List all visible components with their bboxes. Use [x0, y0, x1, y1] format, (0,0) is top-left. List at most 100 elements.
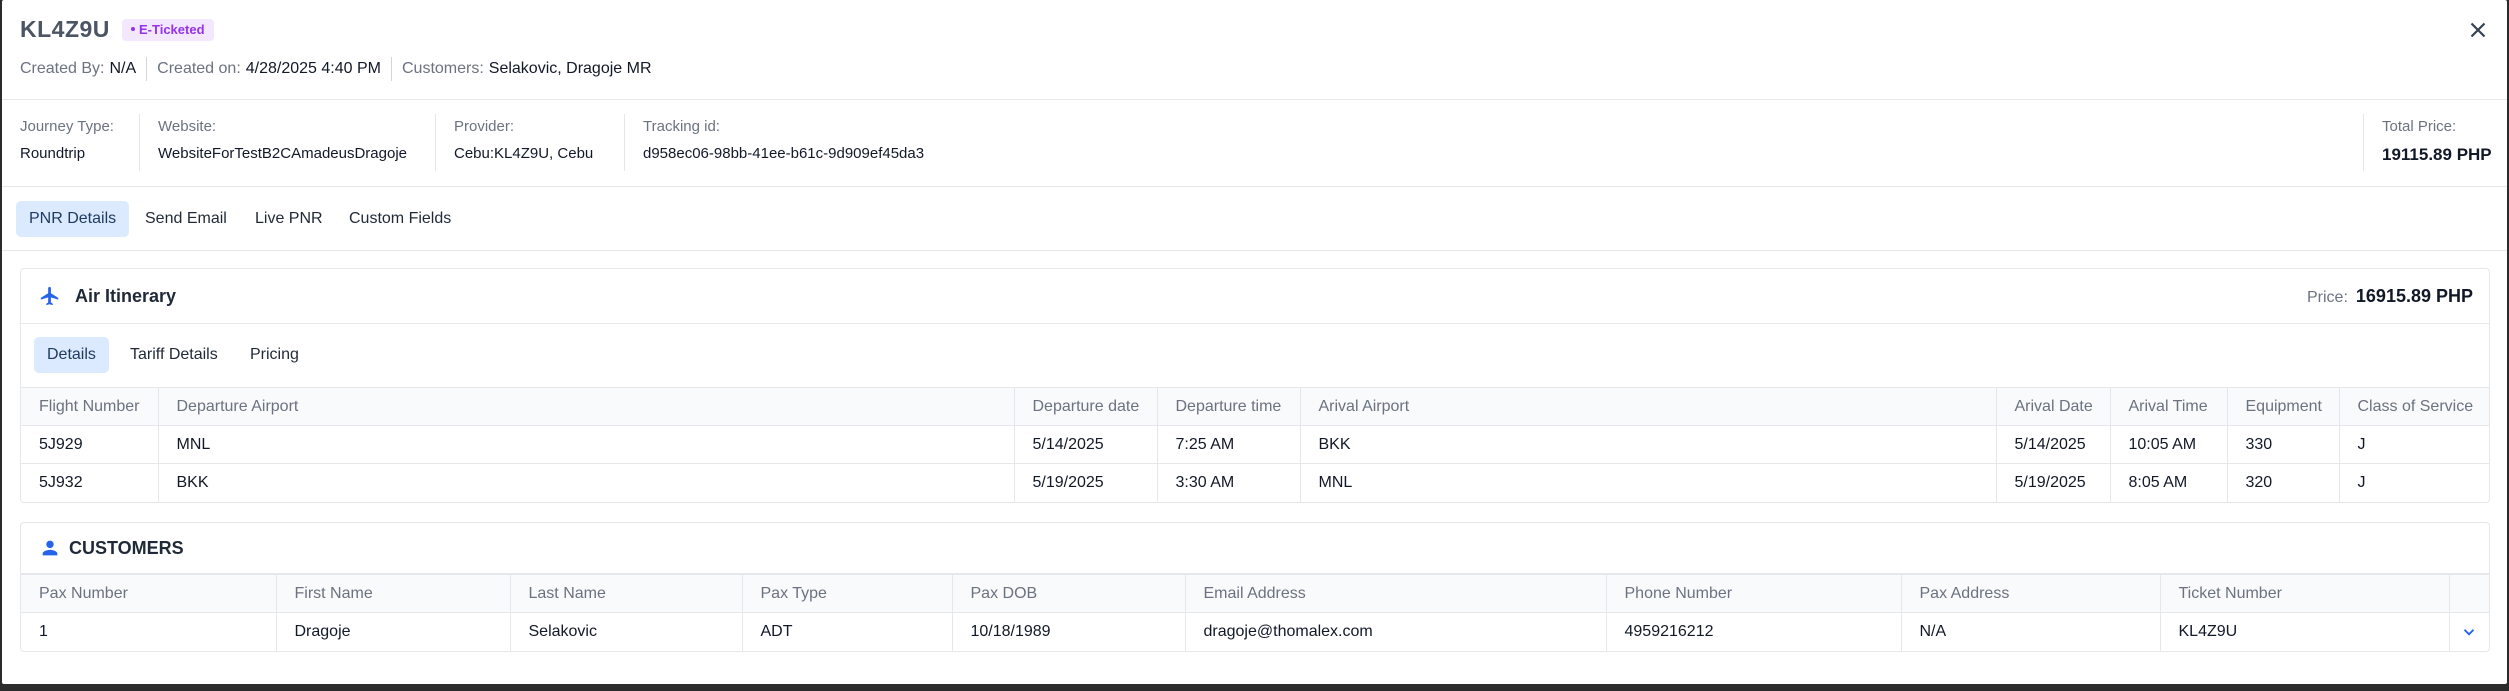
pnr-code: KL4Z9U: [20, 16, 110, 42]
col-equipment: Equipment: [2226, 387, 2339, 426]
website-label: Website:: [158, 118, 217, 135]
class-of-service: J: [2338, 463, 2489, 502]
tracking-id: Tracking id: d958ec06-98bb-41ee-b61c-9d9…: [624, 114, 924, 171]
close-icon[interactable]: [2465, 17, 2491, 43]
phone-number: 4959216212: [1605, 612, 1901, 651]
tab-send-email[interactable]: Send Email: [132, 201, 240, 237]
total-price-value: 19115.89 PHP: [2382, 145, 2492, 164]
user-icon: [42, 540, 58, 556]
price-label: Price:: [2307, 289, 2348, 306]
provider-label: Provider:: [454, 118, 515, 135]
col-pax-dob: Pax DOB: [951, 574, 1185, 613]
arrival-time: 10:05 AM: [2109, 425, 2227, 464]
booking-info: Journey Type: Roundtrip Website: Website…: [2, 100, 2507, 187]
class-of-service: J: [2338, 425, 2489, 464]
tracking-label: Tracking id:: [643, 118, 720, 135]
itinerary-price: Price: 16915.89 PHP: [2307, 286, 2473, 307]
customers-header: CUSTOMERS: [21, 523, 2489, 574]
price-value: 16915.89 PHP: [2355, 286, 2473, 306]
arrival-airport: MNL: [1299, 463, 1996, 502]
created-on-label: Created on:: [157, 60, 241, 77]
customers-table: Pax Number First Name Last Name Pax Type…: [21, 574, 2489, 651]
col-email-address: Email Address: [1184, 574, 1606, 613]
first-name: Dragoje: [275, 612, 510, 651]
table-row: 5J932 BKK 5/19/2025 3:30 AM MNL 5/19/202…: [21, 463, 2489, 502]
table-row: 5J929 MNL 5/14/2025 7:25 AM BKK 5/14/202…: [21, 425, 2489, 464]
subtab-pricing[interactable]: Pricing: [237, 337, 312, 373]
ticket-number: KL4Z9U: [2159, 612, 2449, 651]
pax-type: ADT: [741, 612, 952, 651]
flight-number: 5J932: [39, 473, 83, 491]
departure-date: 5/14/2025: [1013, 425, 1157, 464]
customers-title: CUSTOMERS: [69, 538, 184, 558]
equipment: 330: [2226, 425, 2339, 464]
status-text: E-Ticketed: [139, 22, 205, 37]
main-tabs: PNR Details Send Email Live PNR Custom F…: [2, 187, 2507, 251]
itinerary-table: Flight Number Departure Airport Departur…: [21, 387, 2489, 502]
col-pax-type: Pax Type: [741, 574, 952, 613]
customers-card: CUSTOMERS Pax Number First Name Last Nam…: [20, 522, 2490, 652]
air-itinerary-header: Air Itinerary Price: 16915.89 PHP: [21, 269, 2489, 324]
customers-value: Selakovic, Dragoje MR: [488, 60, 652, 77]
arrival-airport: BKK: [1299, 425, 1996, 464]
last-name: Selakovic: [509, 612, 742, 651]
pax-dob: 10/18/1989: [951, 612, 1185, 651]
departure-airport: MNL: [157, 425, 1014, 464]
col-first-name: First Name: [275, 574, 510, 613]
col-last-name: Last Name: [509, 574, 742, 613]
col-departure-time: Departure time: [1156, 387, 1300, 426]
departure-time: 7:25 AM: [1156, 425, 1300, 464]
col-phone-number: Phone Number: [1605, 574, 1901, 613]
col-arrival-airport: Arival Airport: [1299, 387, 1996, 426]
col-expand: [2448, 574, 2489, 613]
pax-address: N/A: [1900, 612, 2160, 651]
expand-cell: [2448, 612, 2489, 651]
col-pax-address: Pax Address: [1900, 574, 2160, 613]
website: Website: WebsiteForTestB2CAmadeusDragoje: [139, 114, 407, 171]
tab-custom-fields[interactable]: Custom Fields: [336, 201, 464, 237]
email-address: dragoje@thomalex.com: [1184, 612, 1606, 651]
customers-label: Customers:: [401, 60, 484, 77]
table-row: 1 Dragoje Selakovic ADT 10/18/1989 drago…: [21, 612, 2489, 651]
created-by-label: Created By:: [20, 60, 105, 77]
status-dot: [131, 26, 135, 31]
departure-date: 5/19/2025: [1013, 463, 1157, 502]
subtab-details[interactable]: Details: [34, 337, 109, 373]
col-ticket-number: Ticket Number: [2159, 574, 2449, 613]
itinerary-header-row: Flight Number Departure Airport Departur…: [21, 387, 2489, 426]
col-arrival-date: Arival Date: [1995, 387, 2110, 426]
pax-number: 1: [39, 622, 48, 640]
col-class-of-service: Class of Service: [2338, 387, 2489, 426]
customers-summary: Customers: Selakovic, Dragoje MR: [390, 57, 662, 81]
tab-pnr-details[interactable]: PNR Details: [16, 201, 130, 237]
plane-icon: [40, 286, 59, 306]
provider-value: Cebu:KL4Z9U, Cebu: [454, 145, 594, 162]
col-departure-date: Departure date: [1013, 387, 1157, 426]
created-by-value: N/A: [109, 60, 137, 77]
departure-time: 3:30 AM: [1156, 463, 1300, 502]
flight-number: 5J929: [21, 425, 158, 464]
itinerary-subtabs: Details Tariff Details Pricing: [21, 324, 2489, 387]
pnr-modal: KL4Z9U E-Ticketed Created By: N/A Created…: [2, 0, 2507, 684]
total-price-label: Total Price:: [2382, 118, 2457, 135]
created-on-value: 4/28/2025 4:40 PM: [245, 60, 381, 77]
arrival-date: 5/14/2025: [1995, 425, 2110, 464]
meta-row: Created By: N/A Created on: 4/28/2025 4:40…: [20, 57, 662, 81]
arrival-time: 8:05 AM: [2109, 463, 2227, 502]
journey-type: Journey Type: Roundtrip: [2, 114, 114, 171]
arrival-date: 5/19/2025: [1995, 463, 2110, 502]
air-itinerary-title: Air Itinerary: [75, 286, 177, 306]
journey-type-value: Roundtrip: [20, 145, 86, 162]
chevron-down-icon[interactable]: [2460, 623, 2478, 641]
created-by: Created By: N/A: [20, 57, 146, 81]
subtab-tariff-details[interactable]: Tariff Details: [117, 337, 231, 373]
equipment: 320: [2226, 463, 2339, 502]
created-on: Created on: 4/28/2025 4:40 PM: [146, 57, 391, 81]
departure-airport: BKK: [157, 463, 1014, 502]
tab-live-pnr[interactable]: Live PNR: [242, 201, 336, 237]
provider: Provider: Cebu:KL4Z9U, Cebu: [435, 114, 593, 171]
col-pax-number: Pax Number: [21, 574, 276, 613]
total-price: Total Price: 19115.89 PHP: [2363, 114, 2492, 171]
tracking-value: d958ec06-98bb-41ee-b61c-9d909ef45da3: [643, 145, 925, 162]
col-flight-number: Flight Number: [21, 387, 158, 426]
